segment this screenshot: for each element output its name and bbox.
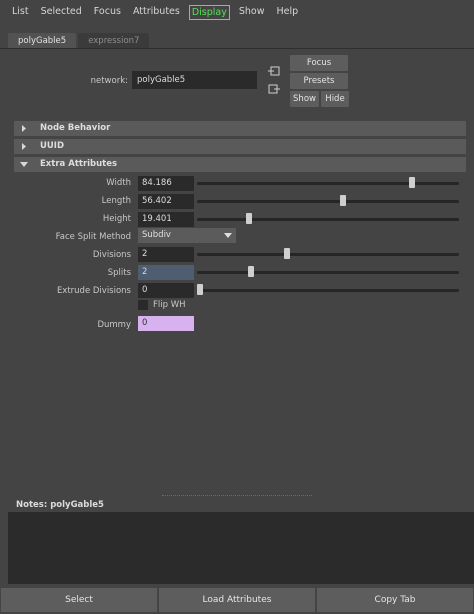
load-attributes-button[interactable]: Load Attributes	[159, 588, 315, 612]
section-uuid[interactable]: UUID	[14, 139, 466, 154]
tab-polygable5[interactable]: polyGable5	[8, 33, 77, 49]
menu-display[interactable]: Display	[188, 4, 230, 20]
width-field[interactable]: 84.186	[138, 176, 194, 191]
face-split-value: Subdiv	[142, 230, 171, 240]
menu-attributes[interactable]: Attributes	[127, 0, 186, 24]
section-label: Extra Attributes	[40, 159, 118, 169]
notes-label: Notes: polyGable5	[8, 498, 474, 512]
tab-divider	[0, 48, 474, 49]
divisions-slider[interactable]	[197, 253, 459, 256]
width-slider[interactable]	[197, 182, 459, 185]
length-label: Length	[101, 196, 131, 206]
flip-wh-checkbox[interactable]	[138, 300, 148, 310]
menu-bar: List Selected Focus Attributes Display S…	[0, 0, 474, 24]
chevron-down-icon	[224, 233, 232, 238]
input-connection-icon[interactable]	[268, 66, 280, 76]
divisions-slider-handle[interactable]	[284, 248, 291, 259]
select-button[interactable]: Select	[1, 588, 157, 612]
tab-expression7[interactable]: expression7	[78, 33, 150, 49]
section-node-behavior[interactable]: Node Behavior	[14, 121, 466, 136]
face-split-dropdown[interactable]: Subdiv	[138, 228, 236, 243]
menu-list[interactable]: List	[6, 0, 35, 24]
splits-label: Splits	[107, 268, 131, 278]
face-split-label: Face Split Method	[55, 232, 131, 242]
splits-slider[interactable]	[197, 271, 459, 274]
divisions-field[interactable]: 2	[138, 247, 194, 262]
width-label: Width	[106, 178, 131, 188]
show-button[interactable]: Show	[290, 91, 319, 107]
menu-selected[interactable]: Selected	[35, 0, 88, 24]
height-slider[interactable]	[197, 218, 459, 221]
section-label: UUID	[40, 141, 65, 151]
notes-resize-handle[interactable]	[162, 495, 312, 496]
menu-show[interactable]: Show	[233, 0, 271, 24]
menu-help[interactable]: Help	[271, 0, 305, 24]
length-slider-handle[interactable]	[340, 195, 347, 206]
height-label: Height	[102, 214, 131, 224]
dummy-label: Dummy	[97, 320, 131, 330]
extrude-divisions-slider-handle[interactable]	[197, 284, 203, 295]
extrude-divisions-label: Extrude Divisions	[56, 286, 131, 296]
expand-arrow-icon	[22, 125, 26, 132]
height-field[interactable]: 19.401	[138, 212, 194, 227]
height-slider-handle[interactable]	[245, 213, 252, 224]
extrude-divisions-slider[interactable]	[197, 289, 459, 292]
output-connection-icon[interactable]	[268, 84, 280, 94]
length-slider[interactable]	[197, 200, 459, 203]
node-tabs: polyGable5 expression7	[8, 33, 151, 49]
focus-button[interactable]: Focus	[290, 55, 348, 71]
collapse-arrow-icon	[20, 162, 28, 167]
hide-button[interactable]: Hide	[321, 91, 349, 107]
menu-focus[interactable]: Focus	[88, 0, 127, 24]
flip-wh-label: Flip WH	[153, 300, 186, 310]
dummy-field[interactable]: 0	[138, 316, 194, 331]
splits-slider-handle[interactable]	[248, 266, 255, 277]
length-field[interactable]: 56.402	[138, 194, 194, 209]
expand-arrow-icon	[22, 143, 26, 150]
network-field[interactable]: polyGable5	[132, 71, 257, 89]
copy-tab-button[interactable]: Copy Tab	[317, 588, 473, 612]
divisions-label: Divisions	[92, 250, 131, 260]
notes-textarea[interactable]	[8, 512, 474, 584]
network-label: network:	[90, 76, 128, 86]
section-extra-attributes[interactable]: Extra Attributes	[14, 157, 466, 172]
section-label: Node Behavior	[40, 123, 111, 133]
presets-button[interactable]: Presets	[290, 73, 348, 89]
extrude-divisions-field[interactable]: 0	[138, 283, 194, 298]
bottom-button-bar: Select Load Attributes Copy Tab	[0, 588, 474, 614]
width-slider-handle[interactable]	[409, 177, 416, 188]
splits-field[interactable]: 2	[138, 265, 194, 280]
